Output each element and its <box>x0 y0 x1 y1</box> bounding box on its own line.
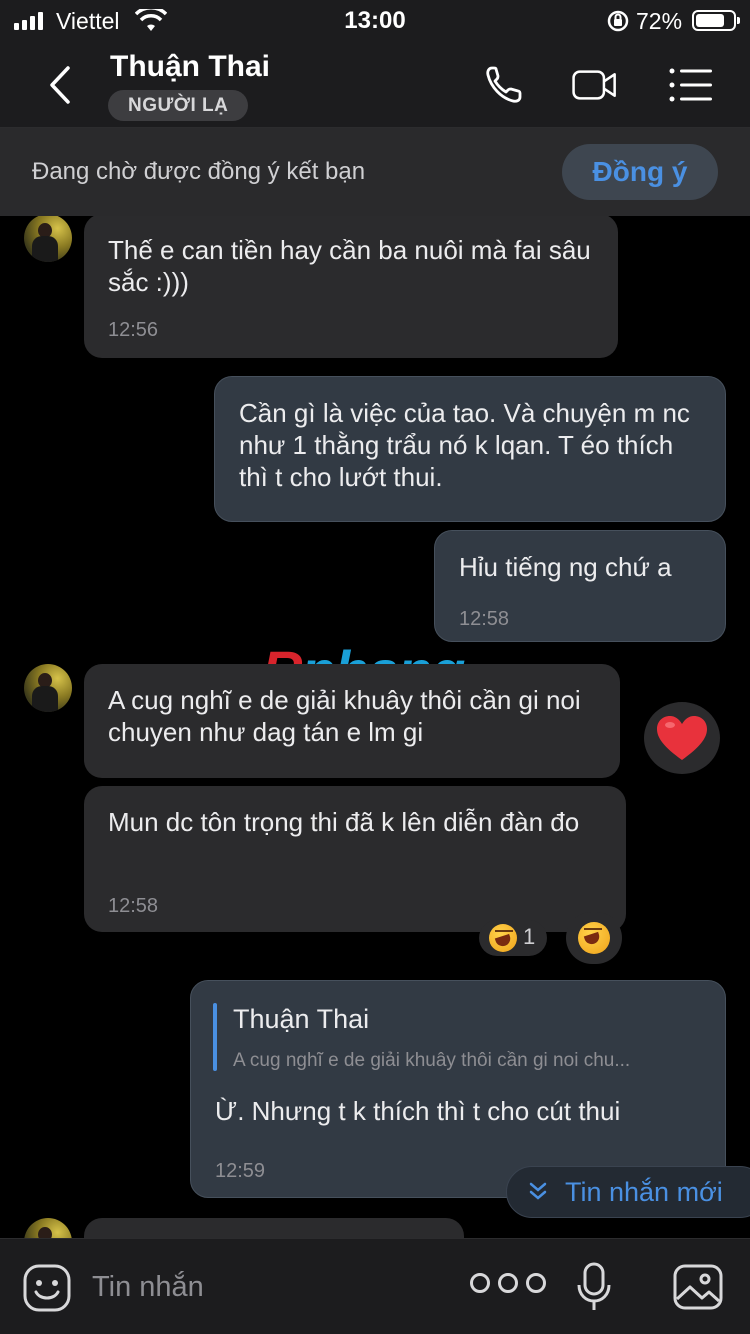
sticker-emoji-icon[interactable] <box>22 1263 72 1313</box>
status-bar: Viettel 13:00 72% <box>0 0 750 42</box>
microphone-icon[interactable] <box>576 1261 612 1313</box>
quote-bar <box>213 1003 217 1071</box>
message-list[interactable]: Thế e can tiền hay cần ba nuôi mà fai sâ… <box>0 216 750 1238</box>
message-text: Hỉu tiếng ng chứ a <box>459 552 672 582</box>
battery-icon <box>692 10 740 31</box>
contact-name[interactable]: Thuận Thai <box>110 50 270 84</box>
reaction-count: 1 <box>523 924 536 949</box>
new-messages-button[interactable]: Tin nhắn mới <box>506 1166 750 1218</box>
heart-reaction[interactable] <box>644 702 720 774</box>
message-text: A cug nghĩ e de giải khuây thôi cần gi n… <box>108 685 581 747</box>
avatar[interactable] <box>24 216 72 262</box>
heart-icon <box>657 716 707 760</box>
message-time: 12:56 <box>108 319 159 341</box>
back-icon[interactable] <box>38 60 82 110</box>
avatar[interactable] <box>24 664 72 712</box>
message-bubble[interactable] <box>84 1218 464 1238</box>
message-bubble[interactable]: Thế e can tiền hay cần ba nuôi mà fai sâ… <box>84 216 618 358</box>
message-text: Cần gì là việc của tao. Và chuyện m nc n… <box>239 398 690 492</box>
accept-friend-button[interactable]: Đồng ý <box>562 144 718 200</box>
laugh-emoji-icon <box>578 922 610 954</box>
message-text: Ừ. Nhưng t k thích thì t cho cút thui <box>215 1096 621 1126</box>
message-time: 12:59 <box>215 1160 266 1182</box>
reaction-summary[interactable]: 1 <box>479 920 547 956</box>
message-input[interactable] <box>92 1267 432 1307</box>
battery-percent: 72% <box>636 8 683 34</box>
avatar[interactable] <box>24 1218 72 1238</box>
friend-request-bar: Đang chờ được đồng ý kết bạn Đồng ý <box>0 128 750 216</box>
menu-icon[interactable] <box>666 62 716 108</box>
quoted-sender: Thuận Thai <box>233 1004 370 1034</box>
friend-request-status: Đang chờ được đồng ý kết bạn <box>32 158 366 185</box>
stranger-badge: NGƯỜI LẠ <box>108 90 249 121</box>
message-text: Thế e can tiền hay cần ba nuôi mà fai sâ… <box>108 235 591 297</box>
message-composer <box>0 1238 750 1334</box>
rotation-lock-icon <box>607 10 629 32</box>
message-bubble[interactable]: Cần gì là việc của tao. Và chuyện m nc n… <box>214 376 726 522</box>
add-reaction-button[interactable] <box>566 912 622 964</box>
phone-icon[interactable] <box>480 62 530 108</box>
quoted-text: A cug nghĩ e de giải khuây thôi cần gi n… <box>233 1050 631 1071</box>
message-time: 12:58 <box>459 608 510 630</box>
message-bubble[interactable]: A cug nghĩ e de giải khuây thôi cần gi n… <box>84 664 620 778</box>
new-messages-label: Tin nhắn mới <box>565 1177 723 1207</box>
message-text: Mun dc tôn trọng thi đã k lên diễn đàn đ… <box>108 807 580 837</box>
message-bubble[interactable]: Hỉu tiếng ng chứ a 12:58 <box>434 530 726 642</box>
more-options-icon[interactable] <box>470 1273 546 1293</box>
message-bubble[interactable]: Mun dc tôn trọng thi đã k lên diễn đàn đ… <box>84 786 626 932</box>
double-chevron-down-icon <box>529 1182 547 1200</box>
laugh-emoji-icon <box>489 924 517 952</box>
message-time: 12:58 <box>108 895 159 917</box>
image-icon[interactable] <box>672 1263 724 1311</box>
chat-header: Thuận Thai NGƯỜI LẠ <box>0 42 750 128</box>
video-call-icon[interactable] <box>570 62 620 108</box>
